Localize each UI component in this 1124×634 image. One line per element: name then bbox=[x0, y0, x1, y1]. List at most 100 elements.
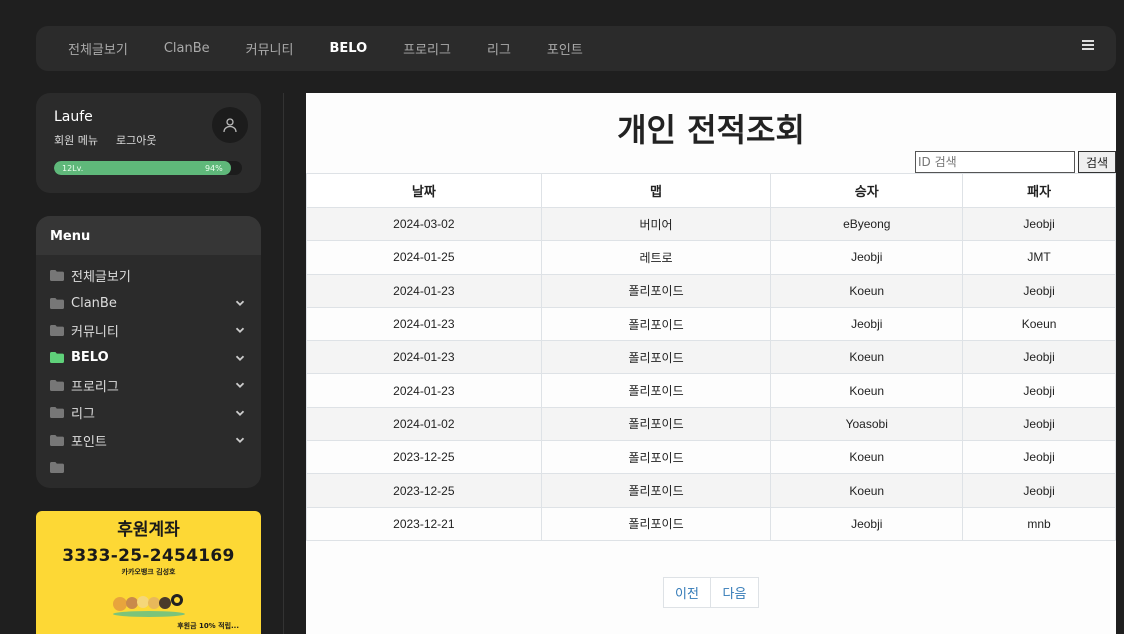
level-progress-fill: 12Lv. 94% bbox=[54, 161, 231, 175]
chevron-down-icon[interactable] bbox=[235, 353, 245, 363]
hamburger-menu-icon[interactable] bbox=[1082, 40, 1094, 51]
menu-item-label: 프로리그 bbox=[71, 379, 119, 395]
sidebar-menu: Menu 전체글보기 ClanBe 커뮤니티 BELO 프로리그리그포인트 bbox=[36, 216, 261, 488]
table-row: 2024-03-02 버미어 eByeong Jeobji bbox=[306, 206, 1116, 242]
table-header-row: 날짜 맵 승자 패자 bbox=[306, 173, 1116, 208]
table-row: 2023-12-21 폴리포이드 Jeobji mnb bbox=[306, 506, 1116, 541]
folder-icon bbox=[50, 434, 64, 446]
records-table: 날짜 맵 승자 패자 2024-03-02 버미어 eByeong Jeobji 202… bbox=[306, 173, 1116, 541]
banner-title: 후원계좌 bbox=[117, 520, 180, 540]
table-row: 2023-12-25 폴리포이드 Koeun Jeobji bbox=[306, 473, 1116, 508]
chevron-down-icon[interactable] bbox=[235, 408, 245, 418]
cell-date: 2024-01-23 bbox=[306, 340, 542, 375]
search-button[interactable]: 검색 bbox=[1078, 151, 1116, 173]
main-panel: 개인 전적조회 검색 날짜 맵 승자 패자 2024-03-02버미어eByeo… bbox=[306, 93, 1116, 634]
menu-item[interactable] bbox=[36, 454, 261, 481]
characters-illustration-icon bbox=[113, 594, 185, 617]
records-body: 2024-03-02 버미어 eByeong Jeobji 2024-01-25 레트로 J… bbox=[306, 206, 1116, 541]
chevron-down-icon[interactable] bbox=[235, 298, 245, 308]
folder-icon bbox=[50, 461, 64, 473]
chevron-down-icon[interactable] bbox=[235, 435, 245, 445]
cell-loser: Jeobji bbox=[962, 473, 1116, 508]
chevron-down-icon[interactable] bbox=[235, 325, 245, 335]
level-percent: 94% bbox=[204, 163, 223, 173]
table-row: 2024-01-23 폴리포이드 Jeobji Koeun bbox=[306, 306, 1116, 342]
menu-list: 전체글보기 ClanBe 커뮤니티 BELO 프로리그리그포인트 bbox=[36, 255, 261, 481]
cell-date: 2024-01-02 bbox=[306, 406, 542, 442]
cell-winner: eByeong bbox=[770, 206, 964, 242]
member-menu-link[interactable]: 회원 메뉴 bbox=[54, 132, 98, 148]
cell-loser: Koeun bbox=[962, 306, 1116, 342]
cell-loser: Jeobji bbox=[962, 373, 1116, 408]
cell-winner: Koeun bbox=[770, 473, 964, 508]
menu-item[interactable]: 리그 bbox=[36, 399, 261, 426]
avatar[interactable] bbox=[212, 107, 248, 143]
menu-item-label: 포인트 bbox=[71, 434, 107, 450]
cell-date: 2023-12-25 bbox=[306, 440, 542, 475]
nav-item-clanbe[interactable]: ClanBe bbox=[164, 41, 210, 56]
cell-map: 폴리포이드 bbox=[540, 406, 772, 442]
menu-item[interactable]: 전체글보기 bbox=[36, 262, 261, 289]
table-row: 2023-12-25 폴리포이드 Koeun Jeobji bbox=[306, 440, 1116, 475]
nav-item-league[interactable]: 리그 bbox=[487, 39, 511, 58]
menu-item[interactable]: ClanBe bbox=[36, 289, 261, 316]
chevron-down-icon[interactable] bbox=[235, 380, 245, 390]
cell-winner: Koeun bbox=[770, 440, 964, 475]
cell-map: 폴리포이드 bbox=[540, 440, 772, 475]
cell-map: 폴리포이드 bbox=[540, 306, 772, 342]
table-row: 2024-01-23 폴리포이드 Koeun Jeobji bbox=[306, 273, 1116, 308]
cell-loser: Jeobji bbox=[962, 206, 1116, 242]
sidebar-divider bbox=[283, 93, 284, 634]
column-header-winner: 승자 bbox=[770, 173, 964, 208]
folder-icon bbox=[50, 270, 64, 282]
cell-loser: Jeobji bbox=[962, 340, 1116, 375]
cell-loser: mnb bbox=[962, 506, 1116, 541]
cell-date: 2024-01-23 bbox=[306, 306, 542, 342]
table-row: 2024-01-25 레트로 Jeobji JMT bbox=[306, 240, 1116, 275]
column-header-loser: 패자 bbox=[962, 173, 1116, 208]
menu-item-label: 전체글보기 bbox=[71, 270, 131, 286]
menu-item[interactable]: 포인트 bbox=[36, 426, 261, 453]
user-card: Laufe 회원 메뉴 로그아웃 12Lv. 94% bbox=[36, 93, 261, 193]
id-search-input[interactable] bbox=[915, 151, 1075, 173]
pagination: 이전 다음 bbox=[663, 577, 759, 608]
prev-page-button[interactable]: 이전 bbox=[663, 577, 711, 608]
cell-winner: Jeobji bbox=[770, 306, 964, 342]
cell-date: 2023-12-21 bbox=[306, 506, 542, 541]
table-row: 2024-01-02 폴리포이드 Yoasobi Jeobji bbox=[306, 406, 1116, 442]
folder-icon bbox=[50, 379, 64, 391]
next-page-button[interactable]: 다음 bbox=[711, 577, 759, 608]
folder-icon bbox=[50, 297, 64, 309]
cell-map: 폴리포이드 bbox=[540, 373, 772, 408]
cell-date: 2023-12-25 bbox=[306, 473, 542, 508]
banner-note: 후원금 10% 적립... bbox=[177, 622, 239, 630]
nav-item-proleague[interactable]: 프로리그 bbox=[403, 39, 451, 58]
cell-winner: Koeun bbox=[770, 373, 964, 408]
menu-item[interactable]: 커뮤니티 bbox=[36, 317, 261, 344]
folder-icon bbox=[50, 324, 64, 336]
nav-item-community[interactable]: 커뮤니티 bbox=[246, 39, 294, 58]
nav-item-point[interactable]: 포인트 bbox=[547, 39, 583, 58]
table-row: 2024-01-23 폴리포이드 Koeun Jeobji bbox=[306, 340, 1116, 375]
cell-date: 2024-01-23 bbox=[306, 273, 542, 308]
menu-item[interactable]: 프로리그 bbox=[36, 372, 261, 399]
top-nav: 전체글보기 ClanBe 커뮤니티 BELO 프로리그 리그 포인트 bbox=[36, 26, 1116, 71]
cell-loser: Jeobji bbox=[962, 440, 1116, 475]
donation-banner[interactable]: 후원계좌 3333-25-2454169 카카오뱅크 김성호 후원금 10% 적… bbox=[36, 511, 261, 634]
cell-map: 버미어 bbox=[540, 206, 772, 242]
menu-item[interactable]: BELO bbox=[36, 344, 261, 371]
menu-title: Menu bbox=[36, 216, 261, 255]
logout-link[interactable]: 로그아웃 bbox=[116, 132, 156, 148]
cell-loser: JMT bbox=[962, 240, 1116, 275]
cell-date: 2024-01-25 bbox=[306, 240, 542, 275]
nav-item-belo[interactable]: BELO bbox=[329, 41, 367, 56]
cell-map: 폴리포이드 bbox=[540, 473, 772, 508]
cell-date: 2024-03-02 bbox=[306, 206, 542, 242]
cell-map: 폴리포이드 bbox=[540, 506, 772, 541]
cell-winner: Yoasobi bbox=[770, 406, 964, 442]
nav-item-all-posts[interactable]: 전체글보기 bbox=[68, 39, 128, 58]
cell-date: 2024-01-23 bbox=[306, 373, 542, 408]
menu-item-label: ClanBe bbox=[71, 295, 117, 311]
folder-icon bbox=[50, 407, 64, 419]
user-icon bbox=[223, 118, 237, 133]
